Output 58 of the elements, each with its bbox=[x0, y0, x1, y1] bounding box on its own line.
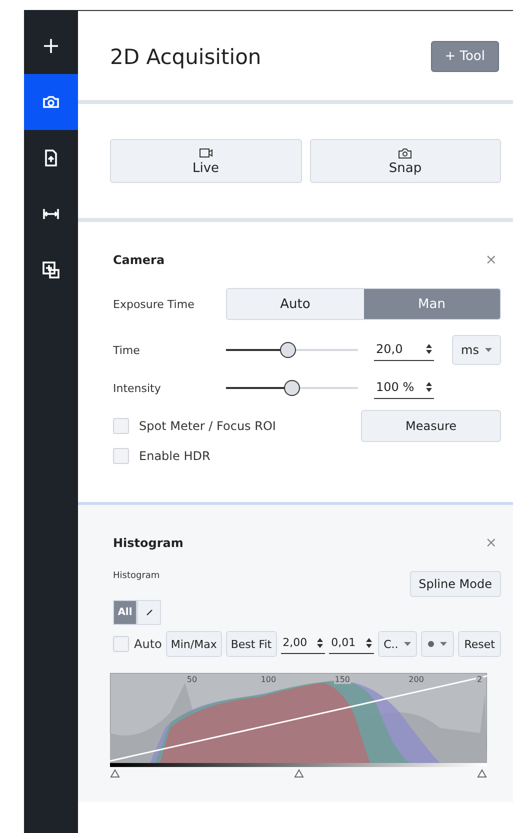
spinner-arrows-icon bbox=[426, 344, 432, 354]
plus-icon bbox=[42, 37, 60, 55]
add-image-icon bbox=[42, 261, 60, 279]
mode-toggle[interactable]: Auto bbox=[227, 289, 364, 319]
mode-toggle[interactable]: Man bbox=[364, 289, 500, 319]
scale-label: 50 bbox=[186, 675, 198, 684]
section-title: Histogram bbox=[113, 536, 184, 550]
slider-thumb[interactable] bbox=[284, 380, 300, 396]
channel-toggle[interactable]: All bbox=[113, 600, 137, 624]
unit-dropdown[interactable]: ms bbox=[452, 335, 501, 365]
checkbox[interactable] bbox=[113, 418, 129, 434]
checkbox-label[interactable]: Spot Meter / Focus ROI bbox=[113, 418, 276, 434]
measure-button[interactable]: Measure bbox=[361, 410, 501, 442]
checkbox-label[interactable]: Enable HDR bbox=[113, 448, 210, 464]
gamma-field[interactable]: 2,00 bbox=[280, 634, 326, 654]
caret-icon bbox=[440, 642, 448, 646]
caret-icon bbox=[404, 642, 412, 646]
spinner-arrows-icon bbox=[426, 382, 432, 392]
checkbox[interactable] bbox=[113, 448, 129, 464]
level-handle-icon[interactable] bbox=[110, 769, 120, 778]
checkbox-label[interactable]: Auto bbox=[113, 636, 162, 652]
camera-icon bbox=[398, 146, 412, 158]
offset-field[interactable]: 0,01 bbox=[329, 634, 374, 654]
checkbox[interactable] bbox=[113, 636, 129, 652]
caret-icon bbox=[485, 348, 492, 352]
section-title: Camera bbox=[113, 253, 165, 267]
add-tool-button[interactable]: + Tool bbox=[430, 41, 499, 72]
panel-title: 2D Acquisition bbox=[110, 44, 262, 68]
fit-button[interactable]: Min/Max bbox=[166, 631, 222, 657]
spline-mode-button[interactable]: Spline Mode bbox=[410, 571, 501, 597]
spinner-arrows-icon bbox=[317, 638, 324, 648]
pen-toggle[interactable] bbox=[137, 600, 161, 624]
spinner-arrows-icon bbox=[366, 638, 372, 648]
reset-button[interactable]: Reset bbox=[458, 631, 501, 657]
acquire-button[interactable]: Snap bbox=[310, 139, 501, 183]
scale-label: 2 bbox=[476, 675, 484, 684]
field-label: Exposure Time bbox=[113, 298, 196, 310]
pen-icon bbox=[146, 608, 152, 616]
video-camera-icon bbox=[198, 146, 213, 158]
dot-icon bbox=[428, 641, 434, 647]
subsection-label: Histogram bbox=[113, 571, 160, 581]
close-icon[interactable]: × bbox=[485, 252, 501, 268]
number-field[interactable]: 20,0 bbox=[374, 340, 434, 360]
scale-label: 200 bbox=[408, 675, 425, 684]
number-field[interactable]: 100 % bbox=[374, 378, 434, 398]
field-label: Time bbox=[113, 344, 141, 356]
channel-dropdown[interactable]: C.. bbox=[378, 631, 418, 657]
document-upload-icon bbox=[42, 149, 60, 167]
scale-label: 150 bbox=[334, 675, 352, 684]
level-handle-icon[interactable] bbox=[477, 769, 487, 778]
acquire-button[interactable]: Live bbox=[110, 139, 302, 183]
camera-icon bbox=[42, 93, 60, 111]
field-label: Intensity bbox=[113, 382, 162, 394]
fit-button[interactable]: Best Fit bbox=[226, 631, 277, 657]
slider-thumb[interactable] bbox=[280, 342, 296, 358]
level-handle-icon[interactable] bbox=[294, 769, 304, 778]
color-dropdown[interactable] bbox=[421, 631, 454, 657]
scale-label: 100 bbox=[260, 675, 278, 684]
